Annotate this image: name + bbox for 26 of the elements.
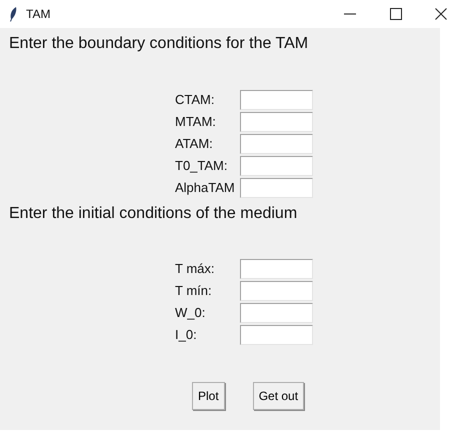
input-field[interactable] — [240, 112, 313, 132]
field-label: T máx: — [175, 260, 216, 278]
input-field[interactable] — [240, 303, 313, 323]
action-button[interactable]: Get out — [252, 382, 304, 410]
feather-icon — [8, 6, 18, 22]
close-icon[interactable] — [435, 8, 447, 20]
input-field[interactable] — [240, 259, 313, 279]
field-label: I_0: — [175, 326, 198, 344]
field-label: ATAM: — [175, 135, 214, 153]
section-heading: Enter the initial conditions of the medium — [8, 204, 298, 224]
input-field[interactable] — [240, 90, 313, 110]
field-label: AlphaTAM — [175, 179, 236, 197]
field-label: T0_TAM: — [175, 157, 228, 175]
input-field[interactable] — [240, 281, 313, 301]
input-field[interactable] — [240, 178, 313, 198]
input-field[interactable] — [240, 156, 313, 176]
section-heading: Enter the boundary conditions for the TAM — [8, 34, 310, 54]
field-label: W_0: — [175, 304, 206, 322]
field-label: T mín: — [175, 282, 213, 300]
action-button[interactable]: Plot — [192, 382, 225, 410]
input-field[interactable] — [240, 134, 313, 154]
maximize-icon[interactable] — [390, 8, 402, 20]
field-label: CTAM: — [175, 91, 216, 109]
field-label: MTAM: — [175, 113, 217, 131]
input-field[interactable] — [240, 325, 313, 345]
window-title: TAM — [26, 7, 50, 21]
